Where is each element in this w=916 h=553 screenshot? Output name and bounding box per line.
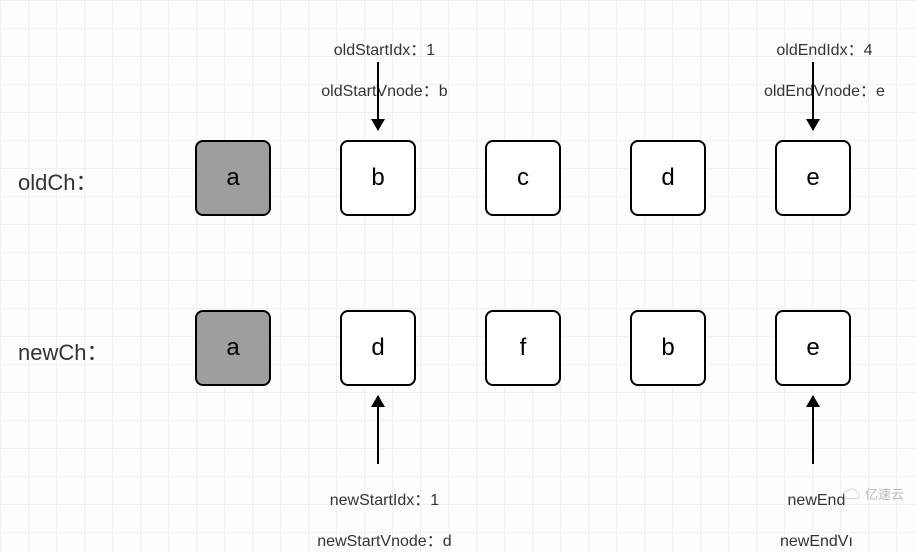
old-node-1-text: b	[371, 164, 384, 192]
watermark-text: 亿速云	[865, 484, 904, 503]
new-node-3: b	[630, 310, 706, 386]
old-node-4-text: e	[806, 164, 819, 192]
ptr-oldstart-idx: oldStartIdx：1	[334, 42, 435, 59]
ptr-newstart-idx: newStartIdx：1	[330, 492, 439, 509]
ptr-oldstart-label: oldStartIdx：1 oldStartVnode：b	[300, 20, 460, 103]
old-node-3-text: d	[661, 164, 674, 192]
row-label-new: newCh：	[18, 335, 108, 367]
old-node-1: b	[340, 140, 416, 216]
ptr-oldstart-vnode: oldStartVnode：b	[321, 83, 447, 100]
arrow-oldend	[812, 62, 814, 130]
new-node-4: e	[775, 310, 851, 386]
ptr-newend-idx: newEnd	[788, 492, 846, 509]
ptr-oldend-idx: oldEndIdx：4	[776, 42, 872, 59]
new-node-2-text: f	[520, 334, 527, 362]
new-node-0: a	[195, 310, 271, 386]
ptr-newend-vnode: newEndVı	[780, 533, 853, 550]
arrow-newend	[812, 396, 814, 464]
watermark: 亿速云	[843, 484, 904, 503]
old-node-2-text: c	[517, 164, 529, 192]
cloud-icon	[843, 488, 861, 500]
old-node-2: c	[485, 140, 561, 216]
old-node-4: e	[775, 140, 851, 216]
new-node-1: d	[340, 310, 416, 386]
ptr-newstart-label: newStartIdx：1 newStartVnode：d	[300, 470, 460, 553]
ptr-oldend-label: oldEndIdx：4 oldEndVnode：e	[740, 20, 900, 103]
row-label-old: oldCh：	[18, 165, 97, 197]
new-node-4-text: e	[806, 334, 819, 362]
ptr-newstart-vnode: newStartVnode：d	[317, 533, 451, 550]
new-node-1-text: d	[371, 334, 384, 362]
ptr-newend-label: newEnd newEndVı	[752, 470, 872, 553]
arrow-newstart	[377, 396, 379, 464]
old-node-0: a	[195, 140, 271, 216]
new-node-2: f	[485, 310, 561, 386]
new-node-3-text: b	[661, 334, 674, 362]
old-node-0-text: a	[226, 164, 239, 192]
arrow-oldstart	[377, 62, 379, 130]
new-node-0-text: a	[226, 334, 239, 362]
ptr-oldend-vnode: oldEndVnode：e	[764, 83, 885, 100]
old-node-3: d	[630, 140, 706, 216]
